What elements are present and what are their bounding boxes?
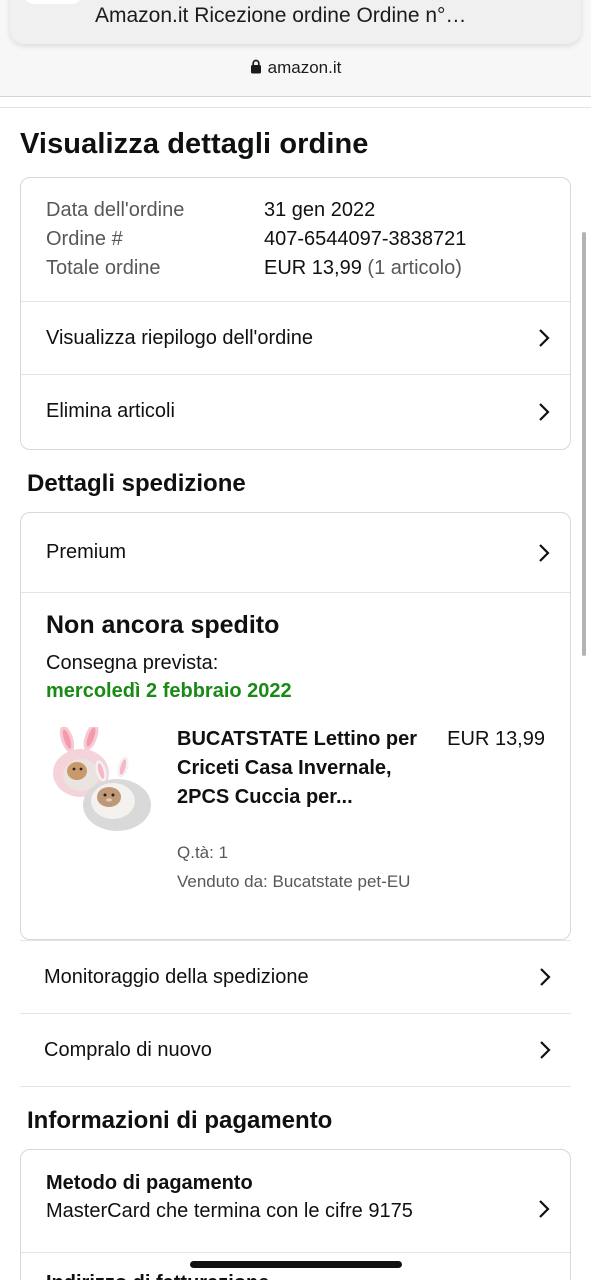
divider xyxy=(20,1086,571,1087)
page-title: Visualizza dettagli ordine xyxy=(20,128,369,160)
delete-items-row[interactable]: Elimina articoli xyxy=(21,375,570,448)
product-seller: Venduto da: Bucatstate pet-EU xyxy=(177,872,411,891)
shipping-status: Non ancora spedito xyxy=(46,611,280,639)
product-price: EUR 13,99 xyxy=(447,728,545,750)
address-bar[interactable]: amazon.it xyxy=(0,58,591,79)
notification-banner[interactable]: Amazon.it Ricezione ordine Ordine n°… xyxy=(10,0,581,44)
track-shipment-label: Monitoraggio della spedizione xyxy=(44,965,309,988)
notification-app-icon xyxy=(24,0,82,4)
chevron-right-icon xyxy=(539,402,550,421)
payment-method-value: MasterCard che termina con le cifre 9175 xyxy=(46,1200,413,1222)
order-total-value: EUR 13,99 (1 articolo) xyxy=(264,257,462,280)
scrollbar[interactable] xyxy=(582,232,586,656)
order-date-label: Data dell'ordine xyxy=(46,199,185,221)
order-info-block: Data dell'ordine 31 gen 2022 Ordine # 40… xyxy=(21,178,570,302)
payment-section-title: Informazioni di pagamento xyxy=(27,1107,333,1134)
order-number-label: Ordine # xyxy=(46,228,123,250)
shipping-method-row[interactable]: Premium xyxy=(21,513,570,593)
view-order-summary-label: Visualizza riepilogo dell'ordine xyxy=(46,326,313,349)
product-image[interactable] xyxy=(51,727,155,835)
divider xyxy=(0,107,591,108)
view-order-summary-row[interactable]: Visualizza riepilogo dell'ordine xyxy=(21,302,570,375)
home-indicator[interactable] xyxy=(190,1261,402,1268)
expected-delivery-label: Consegna prevista: xyxy=(46,652,219,674)
buy-again-label: Compralo di nuovo xyxy=(44,1038,212,1061)
shipping-section-title: Dettagli spedizione xyxy=(27,470,246,497)
order-number-value: 407-6544097-3838721 xyxy=(264,228,467,250)
delete-items-label: Elimina articoli xyxy=(46,400,175,422)
expected-delivery-date: mercoledì 2 febbraio 2022 xyxy=(46,680,292,702)
product-title[interactable]: BUCATSTATE Lettino per Criceti Casa Inve… xyxy=(177,725,425,812)
notification-text: Amazon.it Ricezione ordine Ordine n°… xyxy=(95,4,467,27)
shipping-card: Premium Non ancora spedito Consegna prev… xyxy=(20,512,571,940)
order-info-card: Data dell'ordine 31 gen 2022 Ordine # 40… xyxy=(20,177,571,450)
track-shipment-row[interactable]: Monitoraggio della spedizione xyxy=(20,941,571,1013)
buy-again-row[interactable]: Compralo di nuovo xyxy=(20,1014,571,1086)
shipping-method-label: Premium xyxy=(46,541,127,563)
browser-chrome: Amazon.it Ricezione ordine Ordine n°… am… xyxy=(0,0,591,97)
chevron-right-icon xyxy=(539,329,550,347)
order-item-count: (1 articolo) xyxy=(367,257,462,279)
order-total-amount: EUR 13,99 xyxy=(264,257,362,279)
chevron-right-icon xyxy=(540,968,551,986)
order-total-label: Totale ordine xyxy=(46,257,161,279)
product-quantity: Q.tà: 1 xyxy=(177,843,229,862)
billing-address-title: Indirizzo di fatturazione xyxy=(46,1272,269,1280)
divider xyxy=(21,1252,570,1253)
lock-icon xyxy=(250,59,262,79)
order-date-value: 31 gen 2022 xyxy=(264,199,376,221)
chevron-right-icon xyxy=(540,1041,551,1059)
payment-method-title: Metodo di pagamento xyxy=(46,1172,253,1194)
chevron-right-icon xyxy=(539,1200,550,1218)
url-text: amazon.it xyxy=(267,58,342,77)
chevron-right-icon xyxy=(539,543,550,562)
